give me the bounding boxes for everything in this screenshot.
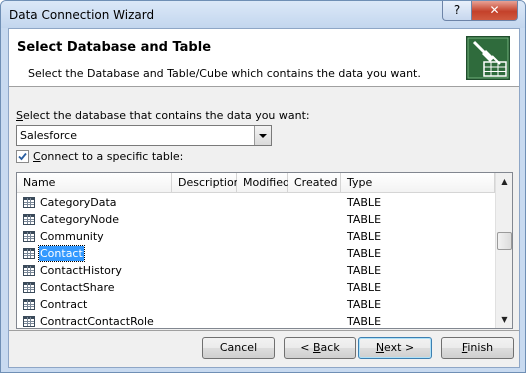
column-header-created[interactable]: Created [288, 173, 341, 193]
scroll-thumb[interactable] [497, 232, 512, 250]
column-header-modified[interactable]: Modified [237, 173, 290, 193]
table-name: ContactShare [40, 281, 115, 294]
table-name: CategoryNode [40, 213, 119, 226]
scroll-up-icon[interactable]: ▲ [496, 173, 512, 190]
table-type: TABLE [347, 230, 382, 243]
table-name: CategoryData [40, 196, 117, 209]
column-header-description[interactable]: Description [172, 173, 241, 193]
chevron-down-icon[interactable] [254, 126, 271, 145]
table-name: Contract [40, 298, 88, 311]
table-row[interactable]: ContactShare TABLE [17, 279, 495, 296]
table-name: Community [40, 230, 104, 243]
table-row[interactable]: CategoryNode TABLE [17, 211, 495, 228]
table-type: TABLE [347, 264, 382, 277]
scroll-down-icon[interactable]: ▼ [496, 311, 512, 328]
title-bar: Data Connection Wizard ? ✕ [1, 1, 525, 28]
table-type: TABLE [347, 281, 382, 294]
wizard-header: Select Database and Table Select the Dat… [9, 29, 519, 87]
database-select-value: Salesforce [20, 129, 77, 142]
table-row[interactable]: CategoryData TABLE [17, 194, 495, 211]
cancel-button[interactable]: Cancel [202, 337, 275, 359]
database-wizard-icon [466, 36, 510, 80]
column-header-name[interactable]: Name [17, 173, 172, 193]
table-type: TABLE [347, 315, 382, 328]
table-row[interactable]: ContactHistory TABLE [17, 262, 495, 279]
table-type: TABLE [347, 213, 382, 226]
page-title: Select Database and Table [17, 40, 212, 55]
back-button[interactable]: < Back [284, 337, 356, 359]
column-header-type[interactable]: Type [341, 173, 495, 193]
table-list[interactable]: Name Description Modified Created Type C… [16, 172, 513, 329]
close-button[interactable]: ✕ [471, 1, 518, 21]
table-name: ContactHistory [40, 264, 122, 277]
footer-divider [9, 330, 519, 331]
dialog-body: Select Database and Table Select the Dat… [8, 28, 520, 368]
table-icon [23, 197, 35, 208]
table-name: Contact [38, 245, 85, 262]
checkbox-box[interactable] [16, 150, 29, 163]
database-select[interactable]: Salesforce [16, 125, 272, 146]
table-icon [23, 316, 35, 327]
database-label: Select the database that contains the da… [16, 109, 310, 122]
table-icon [23, 231, 35, 242]
table-row[interactable]: ContractContactRole TABLE [17, 313, 495, 328]
table-icon [23, 299, 35, 310]
table-name: ContractContactRole [40, 315, 154, 328]
vertical-scrollbar[interactable]: ▲ ▼ [495, 173, 512, 328]
table-type: TABLE [347, 247, 382, 260]
finish-button[interactable]: Finish [441, 337, 514, 359]
table-icon [23, 265, 35, 276]
table-type: TABLE [347, 298, 382, 311]
table-row-selected[interactable]: Contact TABLE [17, 245, 495, 262]
connect-label: Connect to a specific table: [33, 150, 184, 163]
window-title: Data Connection Wizard [9, 8, 155, 22]
table-type: TABLE [347, 196, 382, 209]
next-button[interactable]: Next > [358, 337, 432, 359]
table-icon [23, 214, 35, 225]
table-icon [23, 248, 35, 259]
wizard-window: Data Connection Wizard ? ✕ Select Databa… [0, 0, 526, 373]
table-icon [23, 282, 35, 293]
help-button[interactable]: ? [442, 1, 472, 21]
table-row[interactable]: Community TABLE [17, 228, 495, 245]
table-row[interactable]: Contract TABLE [17, 296, 495, 313]
page-subtitle: Select the Database and Table/Cube which… [28, 67, 421, 80]
